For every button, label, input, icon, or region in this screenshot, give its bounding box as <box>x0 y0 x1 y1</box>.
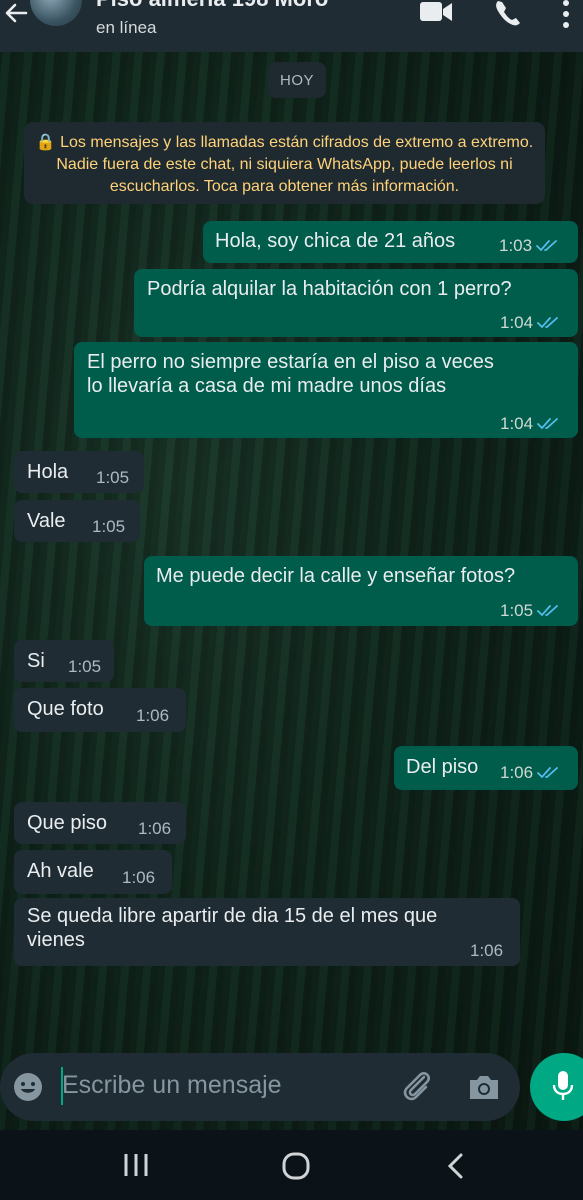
emoji-icon[interactable] <box>12 1071 44 1103</box>
arrow-left-icon[interactable] <box>4 2 28 24</box>
message-bubble-outgoing[interactable]: Me puede decir la calle y enseñar fotos?… <box>144 556 578 626</box>
message-time: 1:06 <box>122 868 156 887</box>
video-call-icon[interactable] <box>418 0 454 24</box>
message-time: 1:05 <box>68 657 102 676</box>
message-bubble-incoming[interactable]: Que piso 1:06 <box>14 802 186 844</box>
contact-status: en línea <box>96 18 157 37</box>
message-text: Del piso <box>406 756 479 778</box>
read-receipt-icon <box>537 418 558 430</box>
paperclip-icon[interactable] <box>400 1069 436 1105</box>
home-icon[interactable] <box>282 1152 310 1180</box>
message-text: Ah vale <box>27 860 94 882</box>
message-text: Hola <box>27 461 69 483</box>
message-time: 1:06 <box>138 819 172 838</box>
avatar[interactable] <box>30 0 82 26</box>
system-nav-bar <box>0 1130 583 1200</box>
read-receipt-icon <box>537 767 558 779</box>
message-time: 1:05 <box>96 468 130 487</box>
message-text: Se queda libre apartir de dia 15 de el m… <box>27 905 438 951</box>
phone-icon[interactable] <box>494 0 522 26</box>
message-text: Que foto <box>27 698 104 720</box>
message-bubble-outgoing[interactable]: Hola, soy chica de 21 años 1:03 <box>203 221 578 263</box>
message-bubble-incoming[interactable]: Se queda libre apartir de dia 15 de el m… <box>14 898 520 966</box>
message-time: 1:03 <box>499 236 533 255</box>
contact-name[interactable]: Piso almeria 198 Moro <box>96 0 328 12</box>
message-time: 1:04 <box>500 313 534 332</box>
encryption-notice[interactable]: 🔒 Los mensajes y las llamadas están cifr… <box>24 122 545 204</box>
message-bubble-outgoing[interactable]: Del piso 1:06 <box>394 746 578 790</box>
message-bubble-incoming[interactable]: Vale 1:05 <box>14 500 140 542</box>
message-time: 1:04 <box>500 414 534 433</box>
message-text: Me puede decir la calle y enseñar fotos? <box>156 565 516 587</box>
more-vert-icon[interactable] <box>560 0 572 30</box>
message-text: Vale <box>27 510 66 532</box>
microphone-icon <box>552 1071 574 1100</box>
message-bubble-incoming[interactable]: Que foto 1:06 <box>14 688 186 732</box>
read-receipt-icon <box>537 317 558 329</box>
message-bubble-incoming[interactable]: Si 1:05 <box>14 640 114 682</box>
back-nav-icon[interactable] <box>446 1152 466 1180</box>
message-text: Si <box>27 650 45 672</box>
mic-button[interactable] <box>530 1053 583 1121</box>
encryption-notice-text: 🔒 Los mensajes y las llamadas están cifr… <box>35 134 534 195</box>
message-time: 1:05 <box>92 517 126 536</box>
message-bubble-incoming[interactable]: Ah vale 1:06 <box>14 850 172 894</box>
message-text: El perro no siempre estaría en el piso a… <box>87 351 494 397</box>
message-bubble-outgoing[interactable]: El perro no siempre estaría en el piso a… <box>74 342 578 438</box>
camera-icon[interactable] <box>466 1069 502 1105</box>
date-chip: HOY <box>268 62 326 98</box>
message-bubble-outgoing[interactable]: Podría alquilar la habitación con 1 perr… <box>134 269 578 337</box>
message-time: 1:06 <box>470 941 504 960</box>
message-input[interactable]: Escribe un mensaje <box>62 1071 282 1100</box>
message-text: Podría alquilar la habitación con 1 perr… <box>147 278 512 300</box>
read-receipt-icon <box>536 240 557 252</box>
chat-header: Piso almeria 198 Moro en línea <box>0 0 583 52</box>
message-text: Hola, soy chica de 21 años <box>215 230 456 252</box>
message-time: 1:05 <box>500 601 534 620</box>
message-composer[interactable]: Escribe un mensaje <box>0 1053 520 1121</box>
read-receipt-icon <box>537 605 558 617</box>
message-time: 1:06 <box>136 706 170 725</box>
message-time: 1:06 <box>500 763 534 782</box>
message-bubble-incoming[interactable]: Hola 1:05 <box>14 451 144 493</box>
message-text: Que piso <box>27 812 108 834</box>
recents-icon[interactable] <box>122 1152 150 1178</box>
